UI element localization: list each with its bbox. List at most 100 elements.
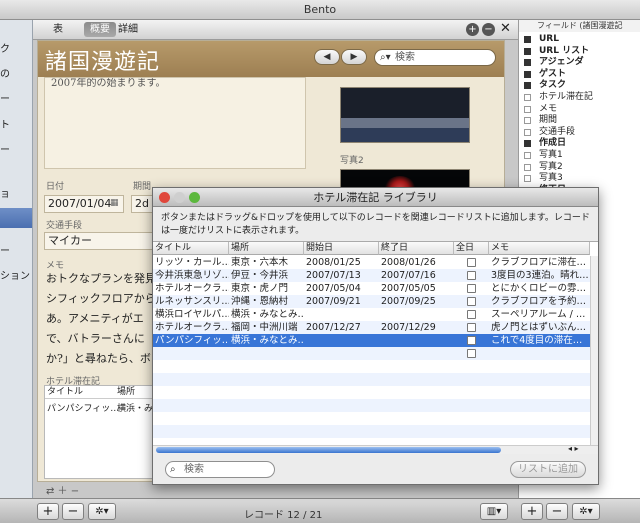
- memo-field[interactable]: おトクなプランを発見 シフィックフロアから あ。アメニティがエ で、バトラーさん…: [46, 269, 158, 369]
- field-action-button[interactable]: ✲▾: [572, 503, 600, 520]
- column-header-title[interactable]: タイトル: [153, 242, 229, 255]
- action-menu-button[interactable]: ✲▾: [88, 503, 116, 520]
- dialog-search-input[interactable]: ⌕ 検索: [165, 461, 275, 478]
- close-icon[interactable]: [159, 192, 170, 203]
- form-header: 諸国漫遊記 ◀ ▶ ⌕▾ 検索: [38, 41, 504, 77]
- field-checkbox[interactable]: [524, 105, 531, 113]
- portal-row-title[interactable]: パンパシフィッ…: [47, 401, 119, 414]
- table-row[interactable]: リッツ・カール… 東京・六本木 2008/01/25 2008/01/26 クラブフロア…: [153, 256, 590, 269]
- table-row[interactable]: ホテルオークラ… 東京・虎ノ門 2007/05/04 2007/05/05 とにかくロビ…: [153, 282, 590, 295]
- field-checkbox[interactable]: [524, 140, 531, 148]
- transport-field[interactable]: マイカー: [44, 232, 156, 250]
- add-field-button[interactable]: +: [521, 503, 543, 520]
- allday-checkbox[interactable]: [467, 284, 476, 293]
- delete-record-button[interactable]: −: [62, 503, 84, 520]
- field-item[interactable]: URL リスト: [519, 46, 640, 57]
- sidebar-item[interactable]: ー: [0, 141, 10, 156]
- field-checkbox[interactable]: [524, 152, 531, 159]
- field-item[interactable]: ゲスト: [519, 69, 640, 80]
- add-to-list-button[interactable]: リストに追加: [510, 461, 586, 478]
- field-item[interactable]: ホテル滞在記: [519, 92, 640, 103]
- sidebar-item[interactable]: の: [0, 65, 10, 80]
- field-item[interactable]: URL: [519, 34, 640, 45]
- column-header-allday[interactable]: 全日: [454, 242, 489, 255]
- photo1-image[interactable]: [340, 87, 470, 143]
- field-item[interactable]: アジェンダ: [519, 57, 640, 68]
- field-checkbox[interactable]: [524, 36, 531, 43]
- field-checkbox[interactable]: [524, 175, 531, 183]
- field-checkbox[interactable]: [524, 59, 531, 67]
- remove-field-button[interactable]: −: [546, 503, 568, 520]
- field-item[interactable]: 交通手段: [519, 127, 640, 138]
- table-row[interactable]: 横浜ロイヤルパ… 横浜・みなとみ… スーペリアルーム / …: [153, 308, 590, 321]
- table-vscroll[interactable]: [590, 256, 598, 446]
- field-checkbox[interactable]: [524, 82, 531, 90]
- table-row[interactable]: ホテルオークラ… 福岡・中洲川端 2007/12/27 2007/12/29 虎ノ門とは…: [153, 321, 590, 334]
- previous-record-button[interactable]: ◀: [314, 49, 340, 65]
- table-row[interactable]: 今井浜東急リゾ… 伊豆・今井浜 2007/07/13 2007/07/16 3度目の3連…: [153, 269, 590, 282]
- table-row[interactable]: [153, 360, 590, 373]
- hotel-portal[interactable]: タイトル 場所 パンパシフィッ… 横浜・み: [44, 385, 154, 479]
- description-field[interactable]: 2007年的の始まります。: [44, 77, 306, 169]
- hscroll-thumb[interactable]: [156, 447, 501, 453]
- field-item[interactable]: メモ: [519, 104, 640, 115]
- sidebar-item[interactable]: ション: [0, 267, 30, 282]
- table-cell: [304, 334, 379, 347]
- portal-row-place[interactable]: 横浜・み: [117, 401, 153, 414]
- field-item[interactable]: 写真1: [519, 150, 640, 161]
- minimize-icon[interactable]: [174, 192, 185, 203]
- field-checkbox[interactable]: [524, 70, 531, 78]
- allday-checkbox[interactable]: [467, 258, 476, 267]
- calendar-icon[interactable]: ▦: [110, 198, 119, 208]
- table-row[interactable]: パンパシフィッ… 横浜・みなとみ… これで4度目の滞在…: [153, 334, 590, 347]
- table-row[interactable]: [153, 347, 590, 360]
- next-record-button[interactable]: ▶: [341, 49, 367, 65]
- table-hscroll[interactable]: ◂ ▸: [153, 444, 598, 454]
- sidebar-item[interactable]: ョ: [0, 185, 10, 200]
- field-checkbox[interactable]: [524, 128, 531, 136]
- portal-controls[interactable]: ⇄ ＋ −: [46, 482, 79, 497]
- library-table[interactable]: タイトル 場所 開始日 終了日 全日 メモ リッツ・カール… 東京・六本木 2008…: [153, 241, 598, 446]
- sidebar-item[interactable]: ー: [0, 90, 10, 105]
- allday-checkbox[interactable]: [467, 310, 476, 319]
- sidebar-item[interactable]: ー: [0, 242, 10, 257]
- column-header-place[interactable]: 場所: [229, 242, 304, 255]
- table-row[interactable]: ルネッサンスリ… 沖縄・恩納村 2007/09/21 2007/09/25 クラブフロア…: [153, 295, 590, 308]
- zoom-icon[interactable]: [189, 192, 200, 203]
- field-item[interactable]: タスク: [519, 80, 640, 91]
- table-row[interactable]: [153, 399, 590, 412]
- form-search-input[interactable]: ⌕▾ 検索: [374, 49, 496, 66]
- allday-checkbox[interactable]: [467, 271, 476, 280]
- allday-checkbox[interactable]: [467, 297, 476, 306]
- add-form-icon[interactable]: +: [466, 23, 479, 36]
- column-header-end[interactable]: 終了日: [379, 242, 454, 255]
- sidebar-item[interactable]: ト: [0, 116, 10, 131]
- field-item[interactable]: 期間: [519, 115, 640, 126]
- tab-detail[interactable]: 詳細: [112, 22, 144, 37]
- layout-menu-button[interactable]: ▥▾: [480, 503, 508, 520]
- field-checkbox[interactable]: [524, 117, 531, 125]
- sidebar-item[interactable]: ク: [0, 40, 10, 55]
- tab-table[interactable]: 表: [47, 22, 69, 37]
- table-row[interactable]: [153, 412, 590, 425]
- table-row[interactable]: [153, 373, 590, 386]
- field-item[interactable]: 写真3: [519, 173, 640, 184]
- table-row[interactable]: [153, 386, 590, 399]
- field-checkbox[interactable]: [524, 163, 531, 171]
- column-header-start[interactable]: 開始日: [304, 242, 379, 255]
- field-item[interactable]: 写真2: [519, 162, 640, 173]
- field-item[interactable]: 作成日: [519, 138, 640, 149]
- add-record-button[interactable]: +: [37, 503, 59, 520]
- table-cell: 2007/12/29: [381, 322, 436, 333]
- allday-checkbox[interactable]: [467, 336, 476, 345]
- column-header-memo[interactable]: メモ: [489, 242, 590, 255]
- field-checkbox[interactable]: [524, 47, 531, 55]
- allday-checkbox[interactable]: [467, 349, 476, 358]
- scroll-arrows[interactable]: ◂ ▸: [568, 444, 579, 453]
- table-row[interactable]: [153, 425, 590, 438]
- remove-form-icon[interactable]: −: [482, 23, 495, 36]
- tools-icon[interactable]: ✕: [500, 21, 511, 36]
- field-checkbox[interactable]: [524, 94, 531, 101]
- allday-checkbox[interactable]: [467, 323, 476, 332]
- sidebar-selection[interactable]: [0, 208, 32, 228]
